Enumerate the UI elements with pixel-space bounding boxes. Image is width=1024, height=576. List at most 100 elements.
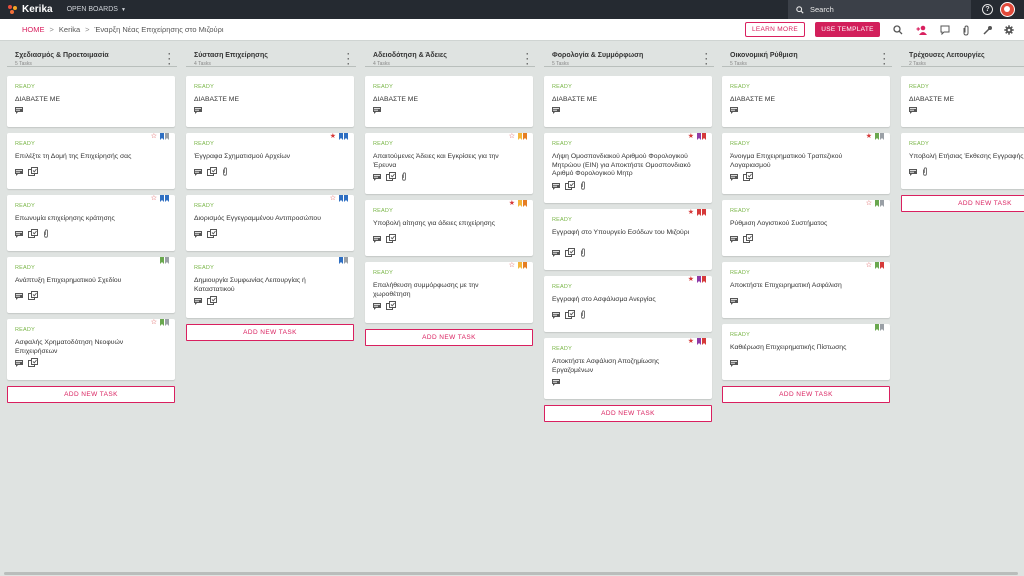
tag-flag-icon: [159, 133, 164, 140]
task-status: READY: [552, 84, 572, 90]
comment-icon: [15, 354, 23, 372]
kerika-logo[interactable]: Kerika: [8, 4, 53, 15]
task-card[interactable]: READY Επαλήθευση συμμόρφωσης με την χωροθ…: [365, 262, 533, 323]
readme-task-card[interactable]: READY ΔΙΑΒΑΣΤΕ ΜΕ: [186, 76, 354, 127]
add-new-task-button[interactable]: ADD NEW TASK: [544, 405, 712, 422]
user-avatar[interactable]: [1000, 2, 1015, 17]
column-title[interactable]: Τρέχουσες Λειτουργίες: [909, 52, 985, 59]
star-outline-icon[interactable]: ☆: [866, 200, 872, 207]
column-task-count: 5 Tasks: [730, 61, 747, 67]
add-new-task-button[interactable]: ADD NEW TASK: [7, 386, 175, 403]
star-filled-icon[interactable]: ★: [688, 276, 694, 283]
column-header: Φορολογία & Συμμόρφωση 5 Tasks · · ·: [544, 47, 714, 69]
readme-task-card[interactable]: READY ΔΙΑΒΑΣΤΕ ΜΕ: [544, 76, 712, 127]
task-card[interactable]: READY Ανάπτυξη Επιχειρηματικού Σχεδίου: [7, 257, 175, 313]
column-task-count: 5 Tasks: [552, 61, 569, 67]
star-outline-icon[interactable]: ☆: [509, 262, 515, 269]
task-card[interactable]: READY Δημιουργία Συμφωνίας Λειτουργίας ή …: [186, 257, 354, 318]
checklist-icon: [207, 163, 217, 181]
task-card[interactable]: READY Έγγραφα Σχηματισμού Αρχείων ★: [186, 133, 354, 189]
task-card[interactable]: READY Εγγραφή στο Υπουργείο Εσόδων του Μι…: [544, 209, 712, 270]
task-status: READY: [373, 208, 393, 214]
column-menu-icon[interactable]: · · ·: [526, 50, 529, 69]
breadcrumb-home[interactable]: HOME: [22, 25, 45, 34]
task-card[interactable]: READY Επιλέξτε τη Δομή της Επιχείρησής σα…: [7, 133, 175, 189]
task-indicators: [552, 177, 586, 195]
checklist-icon: [28, 225, 38, 243]
task-title: Διορισμός Εγγεγραμμένου Αντιπροσώπου: [194, 215, 321, 222]
tag-flag-icon: [523, 133, 527, 140]
readme-task-card[interactable]: READY ΔΙΑΒΑΣΤΕ ΜΕ: [365, 76, 533, 127]
comment-icon: [194, 101, 202, 119]
star-filled-icon[interactable]: ★: [688, 133, 694, 140]
open-boards-menu[interactable]: OPEN BOARDS ▼: [67, 6, 126, 13]
task-card[interactable]: READY Εγγραφή στο Ασφάλισμα Ανεργίας ★: [544, 276, 712, 332]
column-menu-icon[interactable]: · · ·: [705, 50, 708, 69]
column-title[interactable]: Φορολογία & Συμμόρφωση: [552, 52, 643, 59]
search-label: Search: [810, 5, 834, 14]
breadcrumb-org[interactable]: Kerika: [59, 25, 80, 34]
star-outline-icon[interactable]: ☆: [509, 133, 515, 140]
tag-flag-icon: [874, 324, 879, 331]
task-status: READY: [194, 203, 214, 209]
star-outline-icon[interactable]: ☆: [151, 319, 157, 326]
task-card[interactable]: READY Λήψη Ομοσπονδιακού Αριθμού Φορολογι…: [544, 133, 712, 203]
task-card[interactable]: READY Διορισμός Εγγεγραμμένου Αντιπροσώπο…: [186, 195, 354, 251]
tag-flag-icon: [523, 200, 527, 207]
star-outline-icon[interactable]: ☆: [151, 195, 157, 202]
column-menu-icon[interactable]: · · ·: [883, 50, 886, 69]
star-filled-icon[interactable]: ★: [330, 133, 336, 140]
task-tags: ☆: [151, 195, 169, 202]
comment-icon: [15, 101, 23, 119]
task-title: Καθιέρωση Επιχειρηματικής Πίστωσης: [730, 344, 847, 351]
comment-icon: [552, 373, 560, 391]
chat-icon[interactable]: [939, 24, 951, 36]
help-icon[interactable]: ?: [982, 4, 993, 15]
task-card[interactable]: READY Άνοιγμα Επιχειρηματικού Τραπεζικού …: [722, 133, 890, 194]
task-card[interactable]: READY Αποκτήστε Επιχειρηματική Ασφάλιση ☆: [722, 262, 890, 318]
readme-task-card[interactable]: READY ΔΙΑΒΑΣΤΕ ΜΕ: [722, 76, 890, 127]
task-card[interactable]: READY Ρύθμιση Λογιστικού Συστήματος ☆: [722, 200, 890, 256]
task-card[interactable]: READY Υποβολή Ετήσιας Έκθεσης Εγγραφής: [901, 133, 1024, 189]
star-outline-icon[interactable]: ☆: [330, 195, 336, 202]
settings-gear-icon[interactable]: [1003, 24, 1015, 36]
star-filled-icon[interactable]: ★: [688, 338, 694, 345]
add-new-task-button[interactable]: ADD NEW TASK: [901, 195, 1024, 212]
task-tags: ☆: [151, 133, 169, 140]
chevron-down-icon: ▼: [120, 6, 126, 13]
star-outline-icon[interactable]: ☆: [866, 262, 872, 269]
star-outline-icon[interactable]: ☆: [151, 133, 157, 140]
task-card[interactable]: READY Αποκτήστε Ασφάλιση Αποζημίωσης Εργα…: [544, 338, 712, 399]
checklist-icon: [386, 230, 396, 248]
tag-flag-icon: [344, 133, 348, 140]
add-new-task-button[interactable]: ADD NEW TASK: [365, 329, 533, 346]
task-card[interactable]: READY Υποβολή αίτησης για άδειες επιχείρη…: [365, 200, 533, 256]
task-indicators: [373, 297, 396, 315]
tools-icon[interactable]: [982, 24, 994, 36]
column-title[interactable]: Σχεδιασμός & Προετοιμασία: [15, 52, 109, 59]
column-title[interactable]: Οικονομική Ρύθμιση: [730, 52, 798, 59]
task-card[interactable]: READY Ασφαλής Χρηματοδότηση Νεοφυών Επιχε…: [7, 319, 175, 380]
add-new-task-button[interactable]: ADD NEW TASK: [186, 324, 354, 341]
column-menu-icon[interactable]: · · ·: [168, 50, 171, 69]
task-indicators: [194, 163, 228, 181]
star-filled-icon[interactable]: ★: [866, 133, 872, 140]
readme-task-card[interactable]: READY ΔΙΑΒΑΣΤΕ ΜΕ: [7, 76, 175, 127]
column-title[interactable]: Αδειοδότηση & Άδειες: [373, 52, 447, 59]
column-title[interactable]: Σύσταση Επιχείρησης: [194, 52, 268, 59]
column-menu-icon[interactable]: · · ·: [347, 50, 350, 69]
search-box[interactable]: Search: [788, 0, 971, 19]
use-template-button[interactable]: USE TEMPLATE: [815, 22, 880, 37]
attachment-icon[interactable]: [960, 24, 972, 36]
learn-more-button[interactable]: LEARN MORE: [745, 22, 805, 37]
search-icon[interactable]: [892, 24, 904, 36]
horizontal-scrollbar[interactable]: [4, 572, 1018, 575]
readme-task-card[interactable]: READY ΔΙΑΒΑΣΤΕ ΜΕ: [901, 76, 1024, 127]
star-filled-icon[interactable]: ★: [688, 209, 694, 216]
task-card[interactable]: READY Απαιτούμενες Άδειες και Εγκρίσεις γ…: [365, 133, 533, 194]
task-card[interactable]: READY Καθιέρωση Επιχειρηματικής Πίστωσης: [722, 324, 890, 380]
task-card[interactable]: READY Επωνυμία επιχείρησης κράτησης ☆: [7, 195, 175, 251]
add-new-task-button[interactable]: ADD NEW TASK: [722, 386, 890, 403]
add-person-icon[interactable]: [916, 24, 928, 36]
star-filled-icon[interactable]: ★: [509, 200, 515, 207]
